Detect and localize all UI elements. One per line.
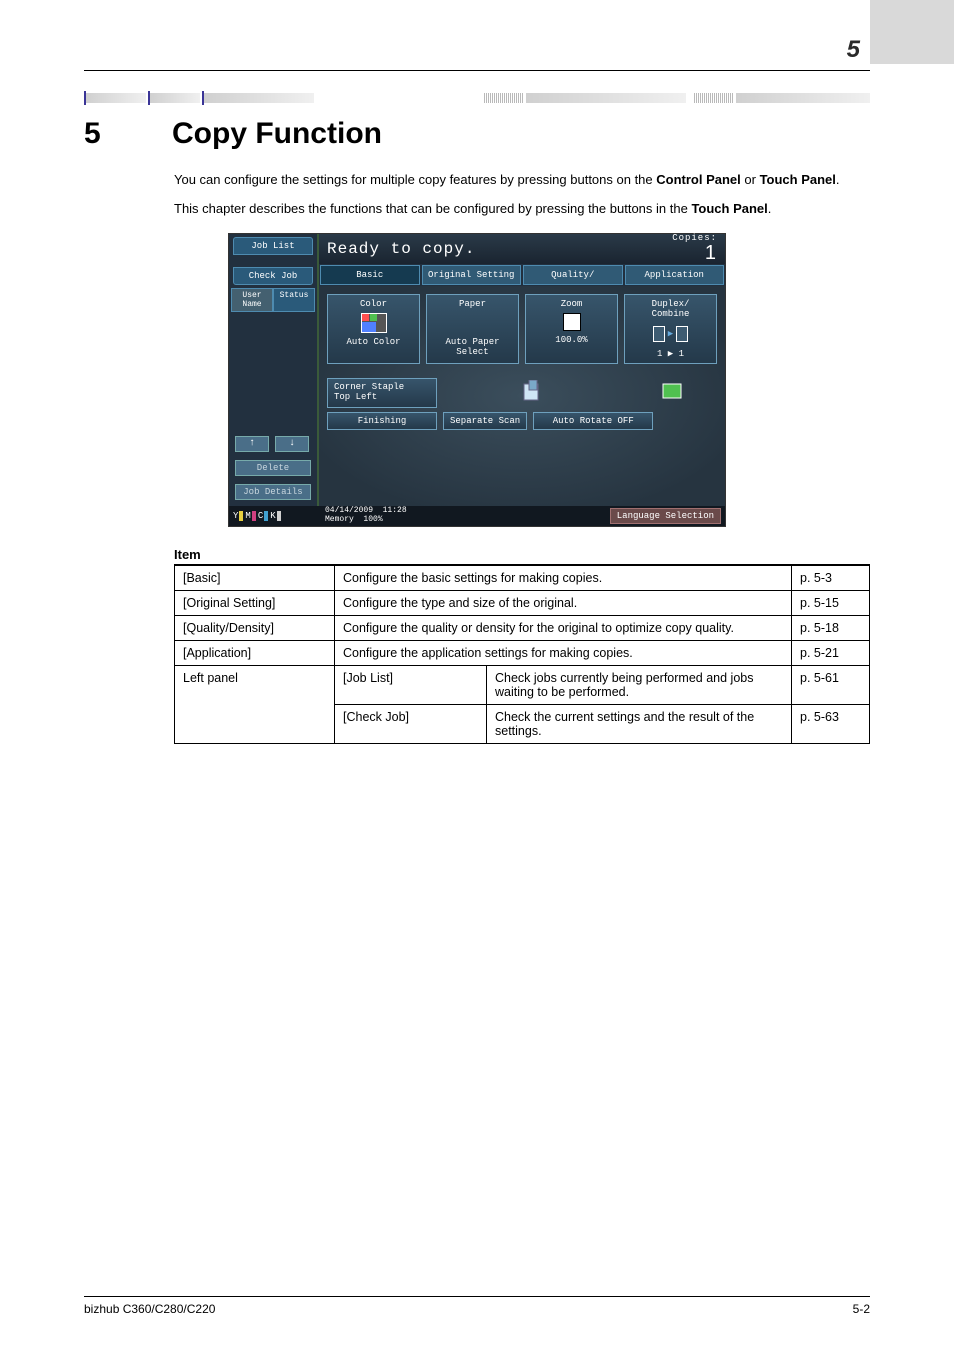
staple-preview-icon — [443, 378, 621, 408]
tab-original-setting[interactable]: Original Setting — [422, 265, 522, 285]
status-message: Ready to copy. — [327, 240, 475, 258]
subtab-user-name[interactable]: User Name — [231, 288, 273, 312]
tab-application[interactable]: Application — [625, 265, 725, 285]
duplex-icon: ▶ — [651, 323, 691, 345]
intro-paragraph-2: This chapter describes the functions tha… — [174, 200, 870, 219]
duplex-combine-option[interactable]: Duplex/ Combine ▶ 1 ▶ 1 — [624, 294, 717, 364]
job-details-button[interactable]: Job Details — [235, 484, 311, 500]
chapter-number: 5 — [847, 36, 870, 63]
corner-staple-indicator: Corner Staple Top Left — [327, 378, 437, 408]
subtab-status[interactable]: Status — [273, 288, 315, 312]
separate-scan-button[interactable]: Separate Scan — [443, 412, 527, 430]
heading-number: 5 — [84, 117, 124, 151]
table-row: [Quality/Density] Configure the quality … — [175, 615, 870, 640]
color-option[interactable]: Color Auto Color — [327, 294, 420, 364]
job-list-tab[interactable]: Job List — [233, 237, 313, 255]
table-row: Left panel [Job List] Check jobs current… — [175, 665, 870, 704]
auto-rotate-button[interactable]: Auto Rotate OFF — [533, 412, 653, 430]
timestamp: 04/14/2009 11:28 Memory 100% — [319, 507, 413, 525]
touch-panel-screenshot: Job List Ready to copy. Copies: 1 Check … — [228, 233, 726, 527]
zoom-icon — [563, 313, 581, 331]
language-selection-button[interactable]: Language Selection — [610, 508, 721, 524]
scroll-down-button[interactable]: ↓ — [275, 436, 309, 452]
divider — [84, 70, 870, 71]
page-title: Copy Function — [172, 117, 382, 151]
paper-option[interactable]: Paper Auto Paper Select — [426, 294, 519, 364]
footer-model: bizhub C360/C280/C220 — [84, 1302, 215, 1316]
finish-preview-icon — [627, 378, 717, 408]
tab-basic[interactable]: Basic — [320, 265, 420, 285]
intro-paragraph-1: You can configure the settings for multi… — [174, 171, 870, 190]
item-table: [Basic] Configure the basic settings for… — [174, 564, 870, 744]
page-footer: bizhub C360/C280/C220 5-2 — [84, 1296, 870, 1316]
check-job-tab[interactable]: Check Job — [233, 267, 313, 285]
footer-page-number: 5-2 — [853, 1302, 870, 1316]
finishing-button[interactable]: Finishing — [327, 412, 437, 430]
delete-button[interactable]: Delete — [235, 460, 311, 476]
scroll-up-button[interactable]: ↑ — [235, 436, 269, 452]
zoom-option[interactable]: Zoom 100.0% — [525, 294, 618, 364]
chapter-badge: 5 — [84, 36, 870, 70]
toner-levels: Y M C K — [229, 511, 319, 521]
table-heading: Item — [174, 547, 870, 562]
table-row: [Basic] Configure the basic settings for… — [175, 565, 870, 591]
copies-count: 1 — [672, 243, 717, 263]
table-row: [Application] Configure the application … — [175, 640, 870, 665]
auto-color-icon — [361, 313, 387, 333]
decorative-bar — [84, 89, 870, 107]
table-row: [Original Setting] Configure the type an… — [175, 590, 870, 615]
tab-quality-density[interactable]: Quality/ Density — [523, 265, 623, 285]
